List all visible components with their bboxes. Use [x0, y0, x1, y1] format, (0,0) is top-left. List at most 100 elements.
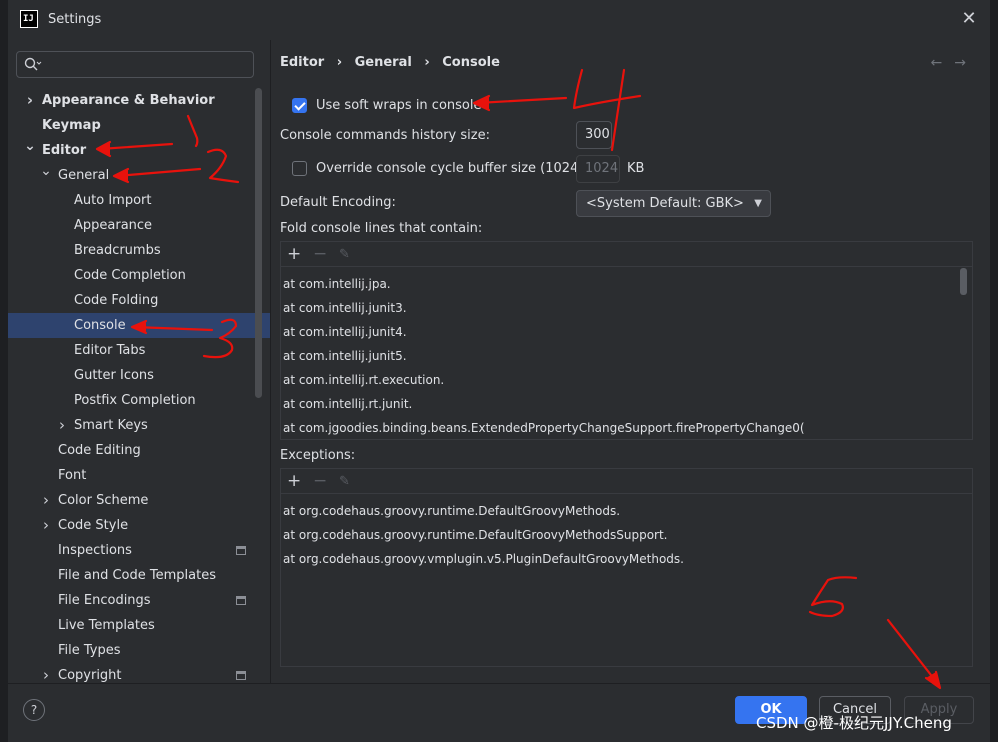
chevron-right-icon[interactable]: › — [24, 88, 36, 113]
fold-list-toolbar: + − ✎ — [281, 242, 972, 267]
search-input[interactable] — [16, 51, 254, 78]
list-item[interactable]: at com.intellij.junit5. — [283, 344, 407, 368]
tree-item-label: General — [58, 168, 110, 183]
list-item[interactable]: at com.intellij.rt.execution. — [283, 368, 444, 392]
cycle-buffer-field[interactable]: 1024 — [576, 155, 620, 183]
fold-list-scrollbar[interactable] — [960, 268, 967, 295]
list-item[interactable]: at com.intellij.junit4. — [283, 320, 407, 344]
tree-item-label: Breadcrumbs — [74, 243, 161, 258]
project-scope-icon — [236, 671, 246, 680]
search-icon — [24, 57, 42, 71]
fold-lines-list: + − ✎ at com.intellij.jpa. at com.intelli… — [280, 241, 973, 440]
edit-icon[interactable]: ✎ — [339, 474, 350, 489]
list-item[interactable]: at com.jgoodies.binding.beans.ExtendedPr… — [283, 416, 805, 440]
list-item[interactable]: at com.intellij.junit3. — [283, 296, 407, 320]
tree-item-appearance[interactable]: Appearance — [8, 213, 270, 238]
title-bar: IJ Settings ✕ — [8, 0, 990, 40]
tree-item-font[interactable]: Font — [8, 463, 270, 488]
tree-item-breadcrumbs[interactable]: Breadcrumbs — [8, 238, 270, 263]
exceptions-list-toolbar: + − ✎ — [281, 469, 972, 494]
tree-item-label: Code Editing — [58, 443, 141, 458]
tree-item-live-templates[interactable]: Live Templates — [8, 613, 270, 638]
history-size-label: Console commands history size: — [280, 128, 490, 143]
back-arrow-icon[interactable]: ← — [931, 55, 955, 71]
tree-item-label: Inspections — [58, 543, 132, 558]
history-size-field[interactable]: 300 — [576, 121, 612, 149]
project-scope-icon — [236, 596, 246, 605]
tree-item-file-encodings[interactable]: File Encodings — [8, 588, 270, 613]
cycle-buffer-label: Override console cycle buffer size (1024… — [316, 161, 605, 176]
list-item[interactable]: at org.codehaus.groovy.vmplugin.v5.Plugi… — [283, 547, 684, 571]
tree-item-label: Keymap — [42, 118, 101, 133]
tree-item-label: Color Scheme — [58, 493, 149, 508]
breadcrumb-item[interactable]: Console — [442, 55, 500, 70]
forward-arrow-icon[interactable]: → — [954, 55, 978, 71]
tree-item-console[interactable]: Console — [8, 313, 270, 338]
tree-item-keymap[interactable]: Keymap — [8, 113, 270, 138]
tree-item-label: Live Templates — [58, 618, 155, 633]
encoding-label: Default Encoding: — [280, 195, 396, 210]
tree-scrollbar[interactable] — [255, 88, 262, 398]
tree-item-color-scheme[interactable]: › Color Scheme — [8, 488, 270, 513]
chevron-down-icon[interactable]: ⌄ — [24, 134, 36, 159]
fold-lines-label: Fold console lines that contain: — [280, 221, 483, 236]
tree-item-file-types[interactable]: File Types — [8, 638, 270, 663]
tree-item-general[interactable]: ⌄ General — [8, 163, 270, 188]
breadcrumb-item[interactable]: General — [355, 55, 412, 70]
tree-item-appearance-behavior[interactable]: › Appearance & Behavior — [8, 88, 270, 113]
cycle-buffer-unit: KB — [627, 161, 645, 176]
tree-item-code-completion[interactable]: Code Completion — [8, 263, 270, 288]
tree-item-label: File Types — [58, 643, 121, 658]
tree-item-label: Editor Tabs — [74, 343, 146, 358]
soft-wraps-checkbox[interactable] — [292, 98, 307, 113]
tree-item-code-folding[interactable]: Code Folding — [8, 288, 270, 313]
window-title: Settings — [48, 12, 102, 27]
tree-item-label: Code Folding — [74, 293, 159, 308]
list-item[interactable]: at org.codehaus.groovy.runtime.DefaultGr… — [283, 523, 668, 547]
tree-item-gutter-icons[interactable]: Gutter Icons — [8, 363, 270, 388]
settings-dialog: IJ Settings ✕ › Appearance & Behavior Keym… — [8, 0, 990, 742]
cycle-buffer-checkbox[interactable] — [292, 161, 307, 176]
tree-item-postfix-completion[interactable]: Postfix Completion — [8, 388, 270, 413]
settings-sidebar: › Appearance & Behavior Keymap ⌄ Editor ⌄ Gene… — [8, 40, 270, 684]
edit-icon[interactable]: ✎ — [339, 247, 350, 262]
tree-item-label: File and Code Templates — [58, 568, 216, 583]
tree-item-label: Font — [58, 468, 87, 483]
tree-item-label: Code Style — [58, 518, 129, 533]
tree-item-label: Console — [74, 318, 126, 333]
tree-item-code-style[interactable]: › Code Style — [8, 513, 270, 538]
add-icon[interactable]: + — [287, 471, 301, 491]
tree-item-label: Appearance & Behavior — [42, 93, 215, 108]
soft-wraps-label: Use soft wraps in console — [316, 98, 482, 113]
chevron-right-icon[interactable]: › — [40, 513, 52, 538]
chevron-right-icon[interactable]: › — [56, 413, 68, 438]
chevron-right-icon[interactable]: › — [40, 488, 52, 513]
list-item[interactable]: at com.intellij.jpa. — [283, 272, 391, 296]
remove-icon[interactable]: − — [313, 244, 327, 264]
tree-item-label: Auto Import — [74, 193, 152, 208]
tree-item-auto-import[interactable]: Auto Import — [8, 188, 270, 213]
tree-item-inspections[interactable]: Inspections — [8, 538, 270, 563]
tree-item-code-editing[interactable]: Code Editing — [8, 438, 270, 463]
chevron-down-icon[interactable]: ⌄ — [40, 159, 52, 184]
breadcrumb-separator: › — [424, 55, 430, 70]
breadcrumb-item[interactable]: Editor — [280, 55, 324, 70]
list-item[interactable]: at com.intellij.rt.junit. — [283, 392, 412, 416]
breadcrumb-separator: › — [336, 55, 343, 70]
close-icon[interactable]: ✕ — [958, 8, 980, 30]
navigation-arrows: ←→ — [931, 55, 978, 71]
remove-icon[interactable]: − — [313, 471, 327, 491]
exceptions-label: Exceptions: — [280, 448, 356, 463]
help-button[interactable]: ? — [23, 699, 45, 721]
list-item[interactable]: at org.codehaus.groovy.runtime.DefaultGr… — [283, 499, 620, 523]
tree-item-label: Code Completion — [74, 268, 186, 283]
encoding-select[interactable]: <System Default: GBK> ▼ — [576, 190, 771, 217]
tree-item-editor-tabs[interactable]: Editor Tabs — [8, 338, 270, 363]
dialog-footer: ? OK Cancel Apply CSDN @橙-极纪元JJY.Cheng — [8, 683, 990, 742]
tree-item-smart-keys[interactable]: › Smart Keys — [8, 413, 270, 438]
add-icon[interactable]: + — [287, 244, 301, 264]
tree-item-file-and-code-templates[interactable]: File and Code Templates — [8, 563, 270, 588]
console-settings-panel: Editor › General › Console ←→ Use soft w… — [271, 40, 990, 683]
csdn-watermark: CSDN @橙-极纪元JJY.Cheng — [756, 714, 952, 732]
intellij-app-icon: IJ — [20, 10, 38, 28]
